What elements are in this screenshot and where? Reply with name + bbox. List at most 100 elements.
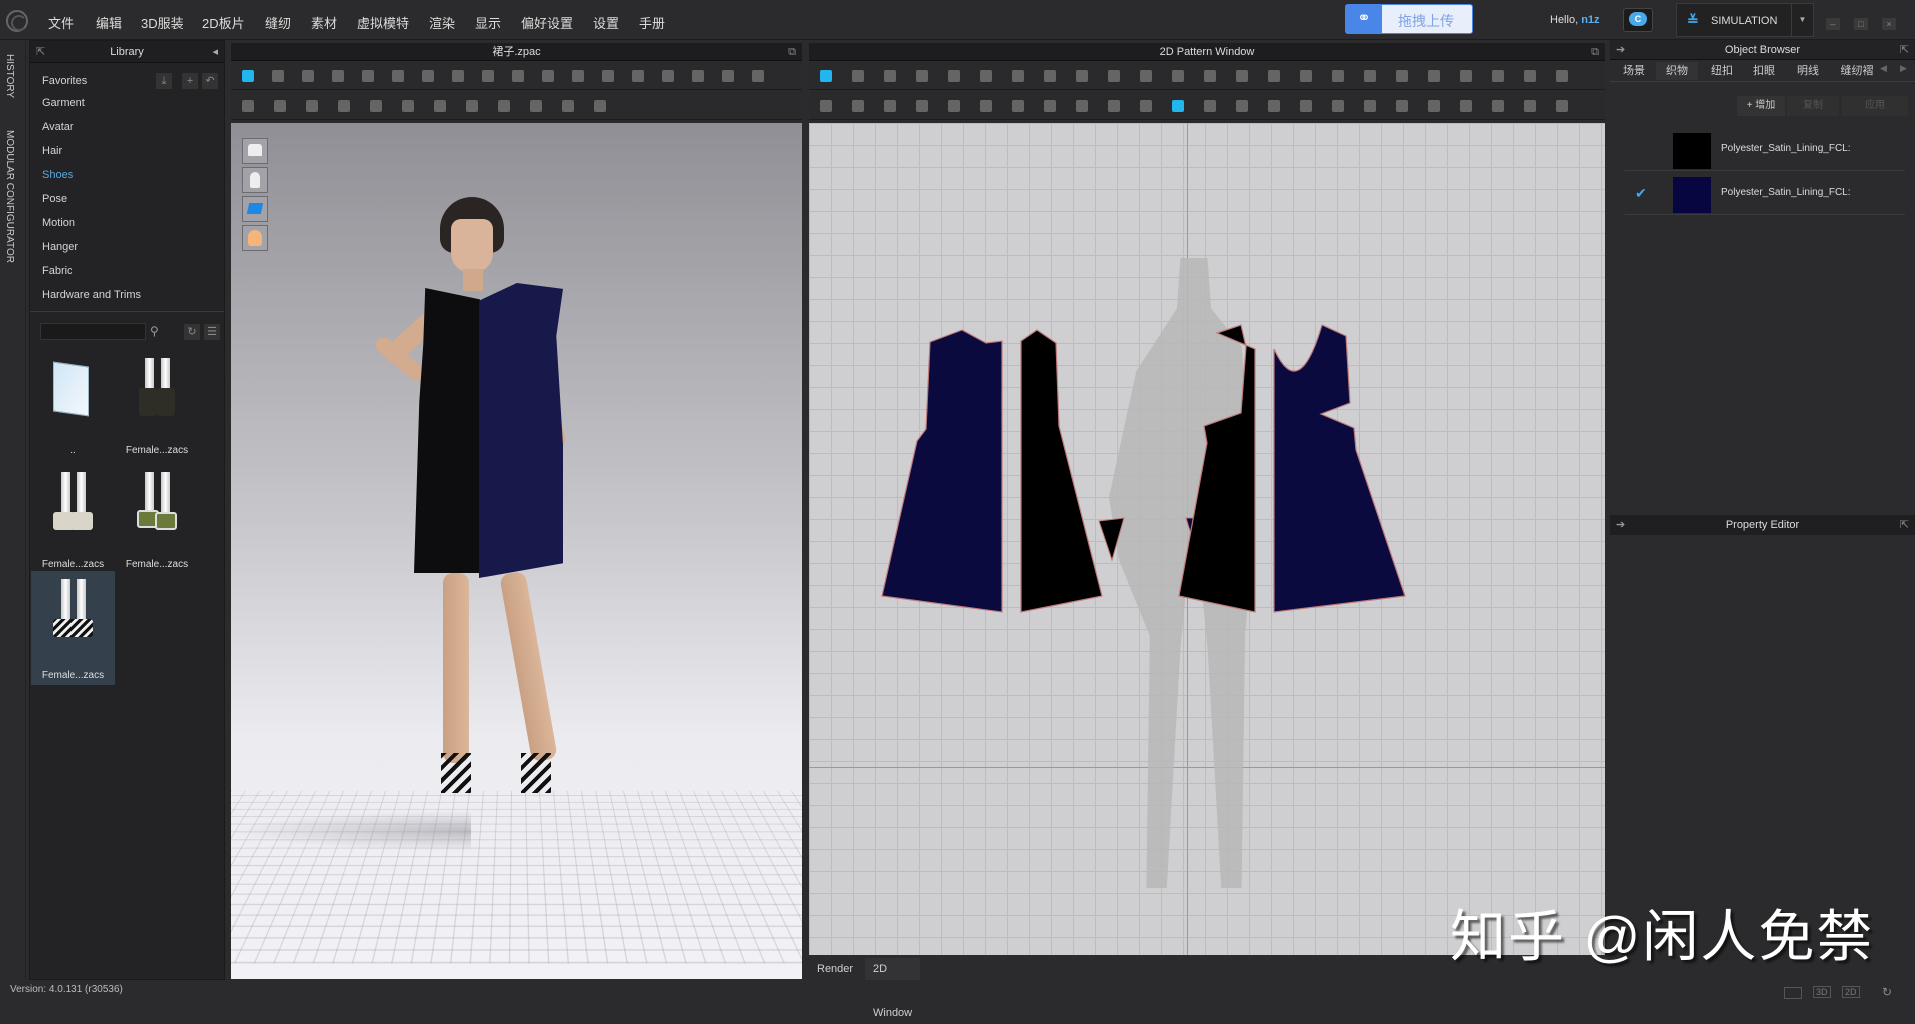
library-garment[interactable]: Garment bbox=[42, 97, 85, 109]
menu-2d-pattern[interactable]: 2D板片 bbox=[202, 13, 245, 32]
menu-preferences[interactable]: 偏好设置 bbox=[521, 13, 573, 32]
menu-materials[interactable]: 素材 bbox=[311, 13, 337, 32]
fabric-item[interactable]: Polyester_Satin_Lining_FCL: bbox=[1625, 127, 1905, 171]
menu-edit[interactable]: 编辑 bbox=[96, 13, 122, 32]
close-button[interactable]: × bbox=[1882, 18, 1896, 30]
library-favorites[interactable]: Favorites bbox=[42, 75, 87, 87]
toolbar-tool-icon[interactable] bbox=[1233, 67, 1251, 85]
apply-fabric-button[interactable]: 应用 bbox=[1842, 96, 1908, 116]
3d-viewport[interactable] bbox=[231, 123, 802, 979]
toolbar-tool-icon[interactable] bbox=[849, 67, 867, 85]
toolbar-tool-icon[interactable] bbox=[419, 67, 437, 85]
undock-icon[interactable]: ⇱ bbox=[36, 41, 45, 63]
undock-icon[interactable]: ⇱ bbox=[1900, 515, 1909, 535]
toolbar-tool-icon[interactable] bbox=[1073, 67, 1091, 85]
toolbar-tool-icon[interactable] bbox=[1393, 67, 1411, 85]
popout-icon[interactable]: ⧉ bbox=[788, 43, 796, 61]
tab-fabric[interactable]: 织物 bbox=[1656, 62, 1698, 80]
library-hardware-and-trims[interactable]: Hardware and Trims bbox=[42, 289, 141, 301]
toolbar-tool-icon[interactable] bbox=[881, 97, 899, 115]
toolbar-tool-icon[interactable] bbox=[1425, 67, 1443, 85]
tab-button[interactable]: 纽扣 bbox=[1702, 62, 1742, 80]
2d-view-button[interactable]: 2D bbox=[1842, 986, 1860, 998]
toolbar-tool-icon[interactable] bbox=[599, 67, 617, 85]
scroll-left-icon[interactable]: ◀ bbox=[1880, 63, 1887, 74]
toolbar-tool-icon[interactable] bbox=[977, 97, 995, 115]
toolbar-tool-icon[interactable] bbox=[1073, 97, 1091, 115]
toolbar-tool-icon[interactable] bbox=[527, 97, 545, 115]
toolbar-tool-icon[interactable] bbox=[239, 67, 257, 85]
add-fabric-button[interactable]: + 增加 bbox=[1737, 96, 1785, 116]
refresh-icon[interactable]: ↻ bbox=[184, 324, 200, 340]
library-search-input[interactable] bbox=[40, 323, 146, 340]
toolbar-tool-icon[interactable] bbox=[329, 67, 347, 85]
toolbar-tool-icon[interactable] bbox=[945, 97, 963, 115]
dock-arrow-icon[interactable]: ➔ bbox=[1616, 515, 1625, 535]
toolbar-tool-icon[interactable] bbox=[367, 97, 385, 115]
menu-avatar[interactable]: 虚拟模特 bbox=[357, 13, 409, 32]
tab-buttonhole[interactable]: 扣眼 bbox=[1744, 62, 1784, 80]
tab-2d-pattern-window[interactable]: 2D Pattern Window bbox=[865, 958, 921, 1019]
toolbar-tool-icon[interactable] bbox=[629, 67, 647, 85]
library-file[interactable]: Female...zacs bbox=[115, 350, 199, 460]
toolbar-tool-icon[interactable] bbox=[881, 67, 899, 85]
toolbar-tool-icon[interactable] bbox=[591, 97, 609, 115]
library-hair[interactable]: Hair bbox=[42, 145, 62, 157]
toolbar-tool-icon[interactable] bbox=[1041, 97, 1059, 115]
toolbar-tool-icon[interactable] bbox=[1265, 97, 1283, 115]
undock-icon[interactable]: ⇱ bbox=[1900, 40, 1909, 60]
toolbar-tool-icon[interactable] bbox=[1265, 67, 1283, 85]
toolbar-tool-icon[interactable] bbox=[689, 67, 707, 85]
toolbar-tool-icon[interactable] bbox=[1137, 67, 1155, 85]
menu-file[interactable]: 文件 bbox=[48, 13, 74, 32]
toolbar-tool-icon[interactable] bbox=[1297, 67, 1315, 85]
toolbar-tool-icon[interactable] bbox=[299, 67, 317, 85]
toolbar-tool-icon[interactable] bbox=[271, 97, 289, 115]
toolbar-tool-icon[interactable] bbox=[817, 97, 835, 115]
tab-render[interactable]: Render bbox=[809, 958, 861, 980]
popout-icon[interactable]: ⧉ bbox=[1591, 43, 1599, 61]
maximize-button[interactable]: □ bbox=[1854, 18, 1868, 30]
toolbar-tool-icon[interactable] bbox=[1553, 97, 1571, 115]
toolbar-tool-icon[interactable] bbox=[1457, 97, 1475, 115]
toolbar-tool-icon[interactable] bbox=[1553, 67, 1571, 85]
toolbar-tool-icon[interactable] bbox=[449, 67, 467, 85]
split-view-button[interactable] bbox=[1784, 987, 1802, 999]
library-file[interactable]: Female...zacs bbox=[115, 464, 199, 574]
toolbar-tool-icon[interactable] bbox=[389, 67, 407, 85]
library-file-selected[interactable]: Female...zacs bbox=[31, 571, 115, 685]
pattern-piece-back-left[interactable] bbox=[1178, 324, 1256, 613]
menu-sewing[interactable]: 缝纫 bbox=[265, 13, 291, 32]
toolbar-tool-icon[interactable] bbox=[1041, 67, 1059, 85]
minimize-button[interactable]: – bbox=[1826, 18, 1840, 30]
toolbar-tool-icon[interactable] bbox=[1105, 97, 1123, 115]
simulation-mode-selector[interactable]: ≚ SIMULATION ▼ bbox=[1676, 3, 1814, 37]
toolbar-tool-icon[interactable] bbox=[1105, 67, 1123, 85]
library-file[interactable]: Female...zacs bbox=[31, 464, 115, 574]
avatar-figure[interactable] bbox=[231, 123, 802, 979]
menu-3d-garment[interactable]: 3D服装 bbox=[141, 13, 184, 32]
toolbar-tool-icon[interactable] bbox=[335, 97, 353, 115]
toolbar-tool-icon[interactable] bbox=[1521, 97, 1539, 115]
toolbar-tool-icon[interactable] bbox=[239, 97, 257, 115]
library-hanger[interactable]: Hanger bbox=[42, 241, 78, 253]
library-motion[interactable]: Motion bbox=[42, 217, 75, 229]
add-icon[interactable]: + bbox=[182, 73, 198, 89]
toolbar-tool-icon[interactable] bbox=[559, 97, 577, 115]
toolbar-tool-icon[interactable] bbox=[1457, 67, 1475, 85]
toolbar-tool-icon[interactable] bbox=[1169, 97, 1187, 115]
pattern-piece-back-right[interactable] bbox=[1273, 324, 1406, 613]
toolbar-tool-icon[interactable] bbox=[359, 67, 377, 85]
2d-pattern-canvas[interactable] bbox=[809, 123, 1605, 955]
toolbar-tool-icon[interactable] bbox=[1361, 97, 1379, 115]
toolbar-tool-icon[interactable] bbox=[1393, 97, 1411, 115]
toolbar-tool-icon[interactable] bbox=[945, 67, 963, 85]
library-file-folder-up[interactable]: .. bbox=[31, 350, 115, 460]
drag-upload-button[interactable]: ⚭ 拖拽上传 bbox=[1345, 4, 1473, 34]
toolbar-tool-icon[interactable] bbox=[509, 67, 527, 85]
library-shoes[interactable]: Shoes bbox=[42, 169, 73, 181]
3d-view-button[interactable]: 3D bbox=[1813, 986, 1831, 998]
tab-history[interactable]: HISTORY bbox=[4, 54, 15, 98]
search-icon[interactable]: ⚲ bbox=[150, 324, 159, 338]
pattern-piece-front-left[interactable] bbox=[881, 329, 1003, 613]
